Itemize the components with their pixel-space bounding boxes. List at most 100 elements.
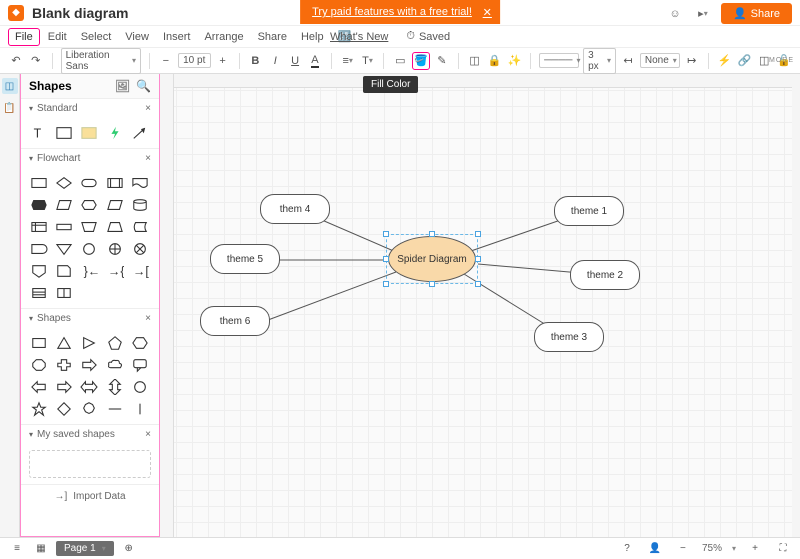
font-size-dec[interactable]: − (158, 52, 174, 70)
section-shapes-close[interactable]: × (145, 313, 151, 324)
zoom-value[interactable]: 75% (702, 543, 722, 554)
line-end-left[interactable]: ↤ (620, 52, 636, 70)
present-icon[interactable]: ▸▾ (693, 4, 713, 24)
node-theme1[interactable]: theme 1 (554, 196, 624, 226)
magic-button[interactable]: ✨ (506, 52, 522, 70)
line-width[interactable]: 3 px▾ (583, 48, 616, 74)
shape-rect-filled[interactable] (79, 124, 99, 142)
sh-arrow-ud[interactable] (105, 378, 125, 396)
shape-text[interactable]: T (29, 124, 49, 142)
zoom-out[interactable]: − (674, 540, 692, 558)
menu-saved[interactable]: ⏱ Saved (406, 30, 450, 43)
sh-cloud[interactable] (105, 356, 125, 374)
fc-merge[interactable] (54, 240, 74, 258)
section-flowchart-close[interactable]: × (145, 153, 151, 164)
border-color-button[interactable]: ✎ (434, 52, 450, 70)
fc-predef[interactable] (105, 174, 125, 192)
footer-help-icon[interactable]: ? (618, 540, 636, 558)
line-end-right[interactable]: ↦ (684, 52, 700, 70)
undo-button[interactable]: ↶ (8, 52, 24, 70)
sh-arrow-r2[interactable] (54, 378, 74, 396)
fc-brace-l[interactable]: →{ (105, 262, 125, 280)
node-theme3[interactable]: theme 3 (534, 322, 604, 352)
link-button[interactable]: 🔗 (736, 52, 752, 70)
fc-data[interactable] (54, 196, 74, 214)
fc-terminator[interactable] (79, 174, 99, 192)
fc-offpage[interactable] (29, 262, 49, 280)
font-select[interactable]: Liberation Sans▾ (61, 48, 141, 74)
toolbar-more[interactable]: MORE (769, 57, 794, 64)
menu-file[interactable]: File (8, 28, 40, 46)
zoom-in[interactable]: + (746, 540, 764, 558)
footer-grid-icon[interactable]: ▦ (32, 540, 50, 558)
selection-handles[interactable] (386, 234, 478, 284)
bold-button[interactable]: B (247, 52, 263, 70)
trial-banner-text[interactable]: Try paid features with a free trial! (312, 6, 472, 18)
sh-arrow-l2[interactable] (29, 378, 49, 396)
shape-bolt[interactable] (105, 124, 125, 142)
panel-search-icon[interactable]: 🔍 (136, 79, 151, 93)
sh-hex[interactable] (130, 334, 150, 352)
sh-cross[interactable] (54, 356, 74, 374)
menu-insert[interactable]: Insert (157, 29, 197, 45)
text-color-button[interactable]: A (307, 52, 323, 70)
menu-edit[interactable]: Edit (42, 29, 73, 45)
sh-badge[interactable] (79, 400, 99, 418)
node-them4[interactable]: them 4 (260, 194, 330, 224)
menu-arrange[interactable]: Arrange (198, 29, 249, 45)
fill-color-button[interactable]: 🪣 (412, 52, 430, 70)
page-tab[interactable]: Page 1▾ (56, 541, 114, 556)
italic-button[interactable]: I (267, 52, 283, 70)
fc-parallel[interactable] (105, 196, 125, 214)
footer-person-icon[interactable]: 👤 (646, 540, 664, 558)
redo-button[interactable]: ↷ (28, 52, 44, 70)
shape-style-button[interactable]: ◫ (467, 52, 483, 70)
menu-share[interactable]: Share (252, 29, 293, 45)
fc-card[interactable] (54, 218, 74, 236)
section-standard[interactable]: ▾Standard× (21, 98, 159, 118)
sh-tri[interactable] (54, 334, 74, 352)
text-options-button[interactable]: T▾ (360, 52, 376, 70)
sh-arrow-r[interactable] (79, 356, 99, 374)
canvas[interactable]: them 4 theme 5 them 6 theme 1 theme 2 th… (160, 74, 800, 537)
fc-stored[interactable] (130, 218, 150, 236)
sh-rect[interactable] (29, 334, 49, 352)
sh-arrow-lr[interactable] (79, 378, 99, 396)
trial-banner[interactable]: Try paid features with a free trial! ✕ (300, 0, 500, 24)
fc-hex[interactable] (79, 196, 99, 214)
share-button[interactable]: 👤Share (721, 3, 792, 24)
sh-star[interactable] (29, 400, 49, 418)
fc-internal[interactable] (29, 218, 49, 236)
fc-process[interactable] (29, 174, 49, 192)
fc-document[interactable] (130, 174, 150, 192)
section-flowchart[interactable]: ▾Flowchart× (21, 148, 159, 168)
trial-banner-close[interactable]: ✕ (483, 6, 492, 19)
fc-bracket[interactable]: →[ (130, 262, 150, 280)
saved-shapes-drop[interactable] (29, 450, 151, 478)
menu-help[interactable]: Help (295, 29, 330, 45)
sh-line-v[interactable] (130, 400, 150, 418)
side-tab-shapes[interactable]: ◫ (2, 78, 18, 94)
sh-callout[interactable] (130, 356, 150, 374)
font-size-inc[interactable]: + (215, 52, 231, 70)
section-saved-close[interactable]: × (145, 429, 151, 440)
node-theme5[interactable]: theme 5 (210, 244, 280, 274)
node-theme2[interactable]: theme 2 (570, 260, 640, 290)
fc-decision[interactable] (54, 174, 74, 192)
shape-arrow[interactable] (130, 124, 150, 142)
fc-connector[interactable] (79, 240, 99, 258)
fc-db[interactable] (29, 284, 49, 302)
sh-line-h[interactable] (105, 400, 125, 418)
fc-display[interactable] (29, 196, 49, 214)
sh-pent[interactable] (105, 334, 125, 352)
font-size[interactable]: 10 pt (178, 53, 211, 68)
footer-list-icon[interactable]: ≡ (8, 540, 26, 558)
align-button[interactable]: ≡▾ (340, 52, 356, 70)
import-data[interactable]: →] Import Data (21, 484, 159, 508)
fc-swim[interactable] (54, 284, 74, 302)
fc-sum[interactable] (130, 240, 150, 258)
fc-note[interactable] (54, 262, 74, 280)
section-saved[interactable]: ▾My saved shapes× (21, 424, 159, 444)
scrollbar-v[interactable] (792, 74, 800, 537)
panel-image-icon[interactable]: 🖼 (115, 79, 130, 93)
